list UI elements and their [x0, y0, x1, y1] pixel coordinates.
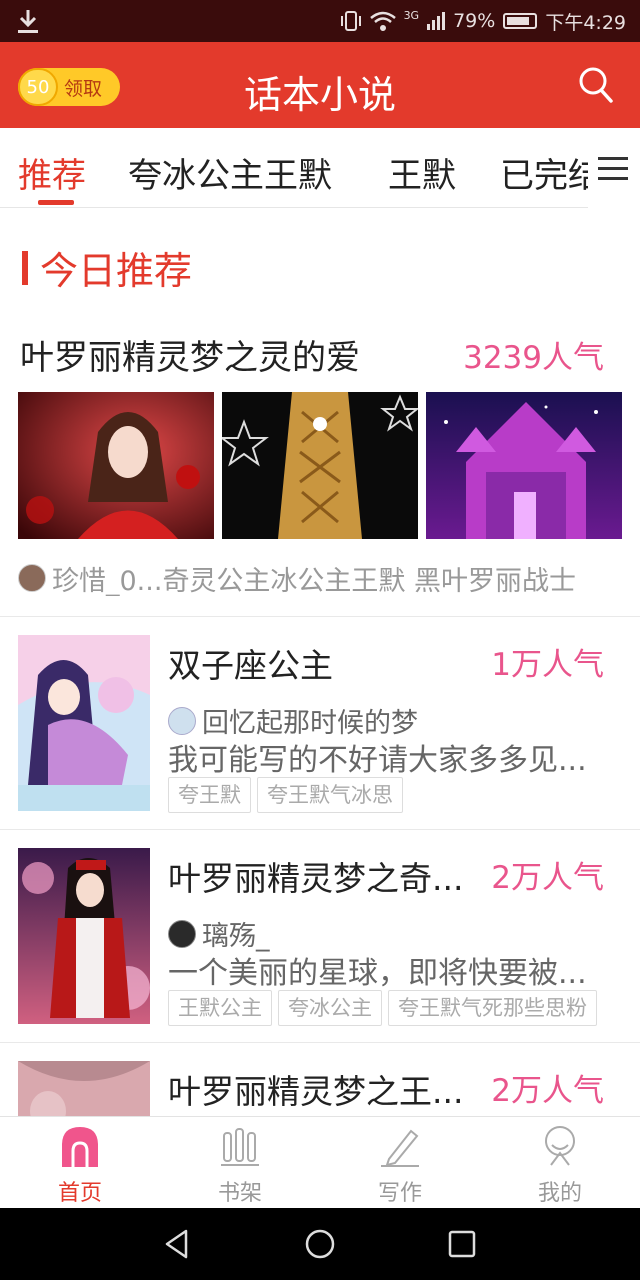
- tab-completed[interactable]: 已完结: [500, 148, 602, 197]
- featured-author[interactable]: 珍惜_0...: [52, 560, 162, 597]
- app-title: 话本小说: [243, 73, 396, 117]
- book-cover[interactable]: [18, 635, 150, 811]
- download-icon: [18, 10, 38, 33]
- nav-profile[interactable]: 我的: [480, 1117, 640, 1209]
- battery-percent: 79%: [453, 10, 496, 32]
- featured-image-3[interactable]: [426, 392, 622, 539]
- book-tag[interactable]: 夸冰公主: [278, 990, 382, 1026]
- featured-popularity: 3239人气: [463, 340, 604, 376]
- book-title[interactable]: 叶罗丽精灵梦之奇...: [168, 852, 463, 900]
- book-title[interactable]: 双子座公主: [168, 639, 333, 687]
- bottom-nav: 首页 书架 写作 我的: [0, 1116, 640, 1208]
- featured-title[interactable]: 叶罗丽精灵梦之灵的爱: [20, 330, 360, 379]
- section-accent-bar: [22, 250, 28, 285]
- app-bar: 50 领取 话本小说: [0, 42, 640, 128]
- category-tabs: 推荐 夸冰公主王默 王默 已完结: [0, 128, 640, 208]
- clock: 下午4:29: [545, 11, 626, 34]
- back-icon[interactable]: [162, 1228, 194, 1260]
- book-item[interactable]: 叶罗丽精灵梦之王... 2万人气: [0, 1043, 640, 1116]
- featured-byline: 珍惜_0... 奇灵公主冰公主王默 黑叶罗丽战士: [18, 560, 640, 596]
- section-header: 今日推荐: [22, 240, 192, 295]
- tab-menu-icon[interactable]: [588, 128, 640, 208]
- profile-icon: [545, 1126, 575, 1166]
- book-cover[interactable]: [18, 1061, 150, 1116]
- pen-icon: [381, 1129, 419, 1167]
- search-icon[interactable]: [578, 66, 614, 104]
- book-tag[interactable]: 夸王默气冰思: [257, 777, 403, 813]
- vibrate-icon: [340, 11, 361, 31]
- nav-profile-label: 我的: [537, 1181, 582, 1206]
- battery-icon: [503, 13, 538, 29]
- tab-kuabing-gongzhu-wangmo[interactable]: 夸冰公主王默: [128, 148, 332, 197]
- wifi-icon: [369, 11, 396, 31]
- book-tag[interactable]: 王默公主: [168, 990, 272, 1026]
- featured-image-1[interactable]: [18, 392, 214, 539]
- book-item[interactable]: 叶罗丽精灵梦之奇... 2万人气 璃殇_ 一个美丽的星球，即将快要被... 王默…: [0, 830, 640, 1042]
- tab-recommend[interactable]: 推荐: [18, 148, 86, 197]
- nav-bookshelf-label: 书架: [217, 1181, 262, 1206]
- featured-images[interactable]: [18, 392, 622, 539]
- book-tag[interactable]: 夸王默: [168, 777, 251, 813]
- nav-home[interactable]: 首页: [0, 1117, 160, 1209]
- signal-icon: [427, 12, 446, 30]
- book-description: 我可能写的不好请大家多多见...: [168, 743, 587, 778]
- book-cover[interactable]: [18, 848, 150, 1024]
- book-tag[interactable]: 夸王默气死那些思粉: [388, 990, 597, 1026]
- network-type: 3G: [403, 9, 420, 22]
- recents-icon[interactable]: [446, 1228, 478, 1260]
- system-nav-bar: [0, 1208, 640, 1280]
- featured-tags: 奇灵公主冰公主王默 黑叶罗丽战士: [162, 565, 577, 597]
- status-bar: 3G 79% 下午4:29: [0, 0, 640, 42]
- nav-write-label: 写作: [377, 1181, 422, 1206]
- book-tags: 王默公主 夸冰公主 夸王默气死那些思粉: [168, 990, 640, 1028]
- home-icon: [62, 1127, 98, 1167]
- book-title[interactable]: 叶罗丽精灵梦之王...: [168, 1065, 463, 1113]
- book-popularity: 2万人气: [491, 1073, 604, 1109]
- book-item[interactable]: 双子座公主 1万人气 回忆起那时候的梦 我可能写的不好请大家多多见... 夸王默…: [0, 617, 640, 829]
- bookshelf-icon: [221, 1128, 259, 1166]
- book-popularity: 1万人气: [491, 647, 604, 683]
- featured-author-avatar: [18, 564, 46, 592]
- featured-image-2[interactable]: [222, 392, 418, 539]
- active-tab-indicator: [38, 200, 74, 205]
- nav-write[interactable]: 写作: [320, 1117, 480, 1209]
- book-tags: 夸王默 夸王默气冰思: [168, 777, 640, 815]
- book-popularity: 2万人气: [491, 860, 604, 896]
- section-title: 今日推荐: [40, 249, 193, 293]
- nav-bookshelf[interactable]: 书架: [160, 1117, 320, 1209]
- author-avatar: [168, 706, 196, 735]
- tab-wangmo[interactable]: 王默: [388, 148, 456, 197]
- author-avatar: [168, 919, 196, 948]
- nav-home-label: 首页: [57, 1181, 102, 1206]
- book-description: 一个美丽的星球，即将快要被...: [168, 956, 587, 991]
- home-button-icon[interactable]: [304, 1228, 336, 1260]
